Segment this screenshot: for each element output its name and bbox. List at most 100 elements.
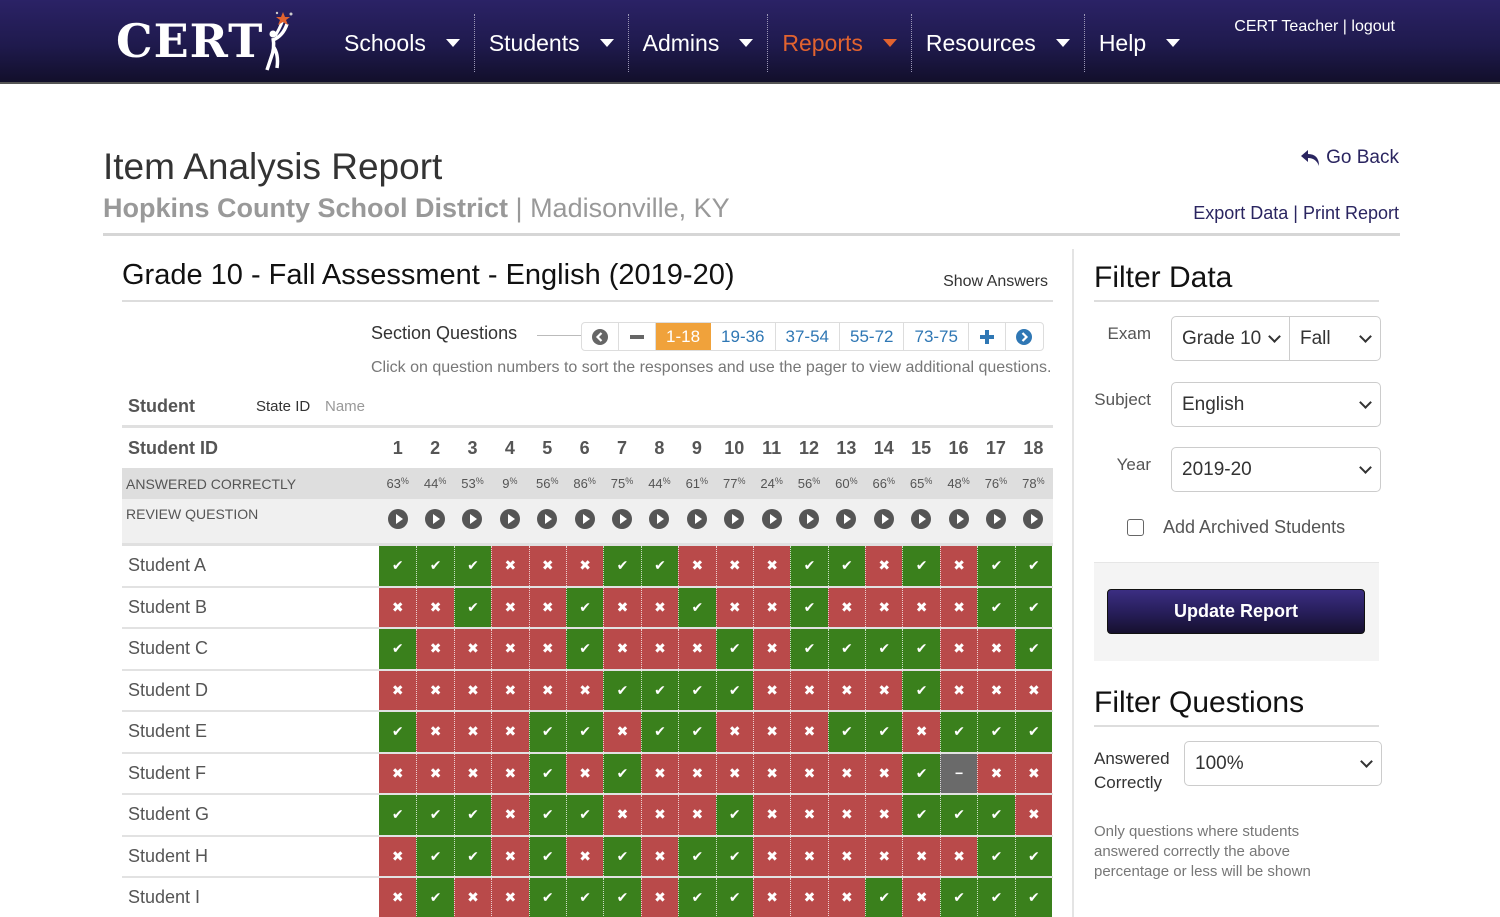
response-cell[interactable]: ✔ xyxy=(902,670,940,710)
response-cell[interactable]: ✖ xyxy=(939,587,978,627)
response-cell[interactable]: ✔ xyxy=(453,546,492,586)
response-cell[interactable]: ✔ xyxy=(565,795,604,835)
exam-grade-select[interactable]: Grade 10 xyxy=(1171,316,1290,361)
response-cell[interactable]: ✖ xyxy=(902,878,940,917)
response-cell[interactable]: ✖ xyxy=(640,878,679,917)
response-cell[interactable]: ✔ xyxy=(1014,587,1053,627)
response-cell[interactable]: ✖ xyxy=(752,878,791,917)
response-cell[interactable]: ✔ xyxy=(678,836,716,876)
response-cell[interactable]: ✖ xyxy=(453,878,492,917)
question-number-10[interactable]: 10 xyxy=(716,438,753,459)
chevron-left-circle-button[interactable] xyxy=(582,323,619,350)
response-cell[interactable]: ✖ xyxy=(865,670,903,710)
response-cell[interactable]: ✖ xyxy=(565,670,604,710)
response-cell[interactable]: ✖ xyxy=(491,587,529,627)
question-number-15[interactable]: 15 xyxy=(902,438,939,459)
response-cell[interactable]: ✖ xyxy=(416,712,454,752)
response-cell[interactable]: ✔ xyxy=(565,587,604,627)
play-circle-icon[interactable] xyxy=(425,509,446,529)
response-cell[interactable]: ✖ xyxy=(528,670,566,710)
response-cell[interactable]: ✖ xyxy=(939,629,978,669)
response-cell[interactable]: ✔ xyxy=(865,629,903,669)
response-cell[interactable]: ✖ xyxy=(678,795,716,835)
response-cell[interactable]: ✖ xyxy=(491,629,529,669)
response-cell[interactable]: ✖ xyxy=(565,836,604,876)
response-cell[interactable]: ✖ xyxy=(827,836,866,876)
student-name[interactable]: Student I xyxy=(122,878,379,917)
response-cell[interactable]: ✖ xyxy=(790,836,828,876)
response-cell[interactable]: ✔ xyxy=(453,587,492,627)
update-report-button[interactable]: Update Report xyxy=(1107,589,1365,634)
nav-item-resources[interactable]: Resources xyxy=(912,14,1085,72)
play-circle-icon[interactable] xyxy=(574,509,595,529)
response-cell[interactable]: ✖ xyxy=(902,587,940,627)
response-cell[interactable]: ✔ xyxy=(715,836,753,876)
year-select[interactable]: 2019-20 xyxy=(1171,447,1381,492)
question-number-3[interactable]: 3 xyxy=(454,438,491,459)
question-number-16[interactable]: 16 xyxy=(940,438,977,459)
response-cell[interactable]: ✖ xyxy=(977,753,1015,793)
answered-correctly-select[interactable]: 100% xyxy=(1184,741,1382,786)
pager-page-19-36[interactable]: 19-36 xyxy=(711,323,776,350)
response-cell[interactable]: ✖ xyxy=(939,670,978,710)
response-cell[interactable]: ✔ xyxy=(453,795,492,835)
response-cell[interactable]: ✖ xyxy=(1014,795,1053,835)
response-cell[interactable]: ✔ xyxy=(528,878,566,917)
pager-page-1-18[interactable]: 1-18 xyxy=(656,323,712,350)
response-cell[interactable]: ✖ xyxy=(603,587,641,627)
question-number-9[interactable]: 9 xyxy=(678,438,715,459)
response-cell[interactable]: ✔ xyxy=(416,795,454,835)
sort-by-state-id[interactable]: State ID xyxy=(256,398,310,415)
print-report-link[interactable]: Print Report xyxy=(1303,203,1399,223)
response-cell[interactable]: ✔ xyxy=(827,629,866,669)
question-number-7[interactable]: 7 xyxy=(603,438,640,459)
response-cell[interactable]: ✔ xyxy=(603,753,641,793)
play-circle-icon[interactable] xyxy=(612,509,633,529)
response-cell[interactable]: ✖ xyxy=(902,712,940,752)
response-cell[interactable]: ✖ xyxy=(865,795,903,835)
student-name[interactable]: Student H xyxy=(122,837,379,877)
response-cell[interactable]: ✖ xyxy=(678,753,716,793)
response-cell[interactable]: ✖ xyxy=(902,836,940,876)
response-cell[interactable]: ✖ xyxy=(865,546,903,586)
response-cell[interactable]: ✖ xyxy=(827,587,866,627)
response-cell[interactable]: ✔ xyxy=(379,795,417,835)
response-cell[interactable]: ✖ xyxy=(827,753,866,793)
response-cell[interactable]: ✖ xyxy=(528,587,566,627)
response-cell[interactable]: ✔ xyxy=(939,795,978,835)
response-cell[interactable]: ✖ xyxy=(640,836,679,876)
student-name[interactable]: Student B xyxy=(122,588,379,628)
subject-select[interactable]: English xyxy=(1171,382,1381,427)
response-cell[interactable]: ✔ xyxy=(902,753,940,793)
response-cell[interactable]: ✔ xyxy=(902,629,940,669)
play-circle-icon[interactable] xyxy=(537,509,558,529)
nav-item-students[interactable]: Students xyxy=(475,14,629,72)
question-number-8[interactable]: 8 xyxy=(641,438,678,459)
response-cell[interactable]: ✖ xyxy=(790,670,828,710)
response-cell[interactable]: ✖ xyxy=(752,836,791,876)
response-cell[interactable]: ✖ xyxy=(678,629,716,669)
response-cell[interactable]: ✔ xyxy=(453,836,492,876)
response-cell[interactable]: ✔ xyxy=(902,546,940,586)
response-cell[interactable]: ✖ xyxy=(453,629,492,669)
response-cell[interactable]: ✖ xyxy=(453,753,492,793)
response-cell[interactable]: ✖ xyxy=(640,587,679,627)
response-cell[interactable]: ✖ xyxy=(491,712,529,752)
response-cell[interactable]: ✖ xyxy=(528,629,566,669)
response-cell[interactable]: ✔ xyxy=(528,795,566,835)
response-cell[interactable]: ✖ xyxy=(827,670,866,710)
response-cell[interactable]: ✔ xyxy=(790,629,828,669)
response-cell[interactable]: ✖ xyxy=(752,587,791,627)
response-cell[interactable]: ✖ xyxy=(491,795,529,835)
play-circle-icon[interactable] xyxy=(948,509,969,529)
pager-page-37-54[interactable]: 37-54 xyxy=(776,323,840,350)
question-number-5[interactable]: 5 xyxy=(529,438,566,459)
response-cell[interactable]: ✔ xyxy=(715,878,753,917)
response-cell[interactable]: ✔ xyxy=(1014,712,1053,752)
question-number-2[interactable]: 2 xyxy=(416,438,453,459)
response-cell[interactable]: − xyxy=(939,753,978,793)
response-cell[interactable]: ✔ xyxy=(379,546,417,586)
response-cell[interactable]: ✔ xyxy=(939,712,978,752)
response-cell[interactable]: ✔ xyxy=(565,878,604,917)
exam-season-select[interactable]: Fall xyxy=(1290,316,1381,361)
